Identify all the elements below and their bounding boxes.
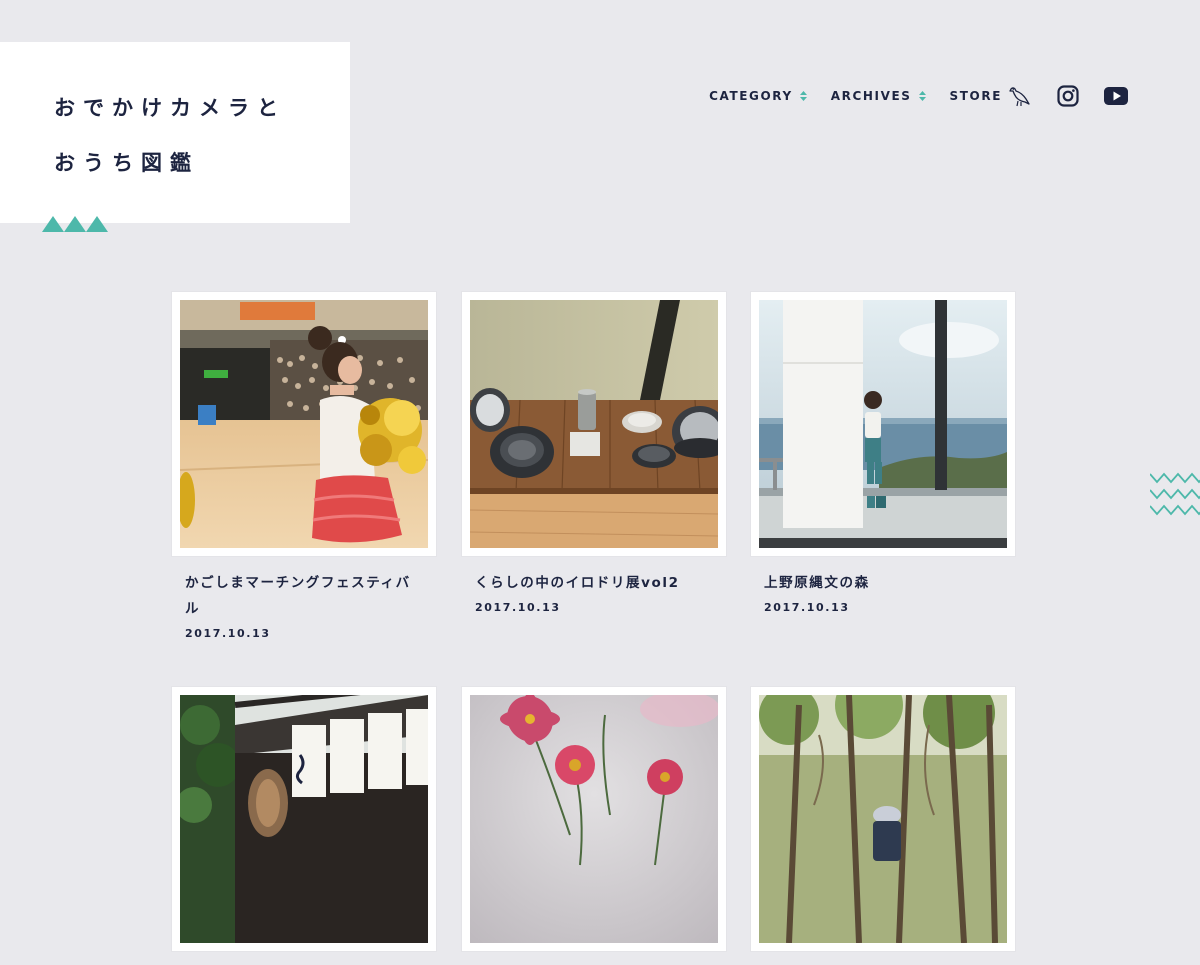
post-card[interactable]: 上野原縄文の森 2017.10.13 (751, 292, 1015, 614)
sort-arrows-icon (918, 91, 926, 101)
post-thumbnail-frame[interactable] (462, 687, 726, 951)
post-thumbnail-plates[interactable] (470, 300, 718, 548)
site-title-line2: おうち図鑑 (54, 151, 199, 175)
bird-icon (1009, 87, 1030, 107)
post-thumbnail-frame[interactable] (462, 292, 726, 556)
post-card[interactable] (462, 687, 726, 965)
post-title[interactable]: くらしの中のイロドリ展vol2 (475, 570, 715, 596)
instagram-icon[interactable] (1057, 85, 1079, 107)
main-nav: CATEGORY ARCHIVES STORE (709, 84, 1128, 108)
post-card[interactable] (751, 687, 1015, 965)
post-date: 2017.10.13 (475, 601, 561, 614)
zigzag-decoration (1150, 472, 1200, 516)
post-thumbnail-forest[interactable] (759, 695, 1007, 943)
post-date: 2017.10.13 (185, 627, 271, 640)
nav-category[interactable]: CATEGORY (709, 89, 807, 103)
post-thumbnail-frame[interactable] (751, 687, 1015, 951)
site-logo[interactable]: おでかけカメラと おうち図鑑 (0, 42, 350, 223)
post-thumbnail-cosmos[interactable] (470, 695, 718, 943)
nav-archives-label: ARCHIVES (830, 89, 912, 103)
post-thumbnail-frame[interactable] (172, 687, 436, 951)
post-thumbnail-frame[interactable] (172, 292, 436, 556)
post-card[interactable]: くらしの中のイロドリ展vol2 2017.10.13 (462, 292, 726, 614)
nav-store[interactable]: STORE (950, 85, 1030, 107)
post-thumbnail-window-child[interactable] (759, 300, 1007, 548)
youtube-icon[interactable] (1104, 87, 1128, 105)
triangle-decoration (42, 216, 108, 232)
nav-category-label: CATEGORY (709, 89, 793, 103)
post-title[interactable]: かごしまマーチングフェスティバル (185, 570, 425, 622)
site-title-line1: おでかけカメラと (54, 96, 286, 120)
post-thumbnail-storefront[interactable] (180, 695, 428, 943)
post-thumbnail-frame[interactable] (751, 292, 1015, 556)
post-thumbnail-marching-girl[interactable] (180, 300, 428, 548)
nav-store-label: STORE (949, 89, 1002, 103)
post-title[interactable]: 上野原縄文の森 (764, 570, 1004, 596)
sort-arrows-icon (799, 91, 807, 101)
nav-archives[interactable]: ARCHIVES (831, 89, 926, 103)
post-date: 2017.10.13 (764, 601, 850, 614)
post-card[interactable] (172, 687, 436, 965)
post-card[interactable]: かごしまマーチングフェスティバル 2017.10.13 (172, 292, 436, 640)
